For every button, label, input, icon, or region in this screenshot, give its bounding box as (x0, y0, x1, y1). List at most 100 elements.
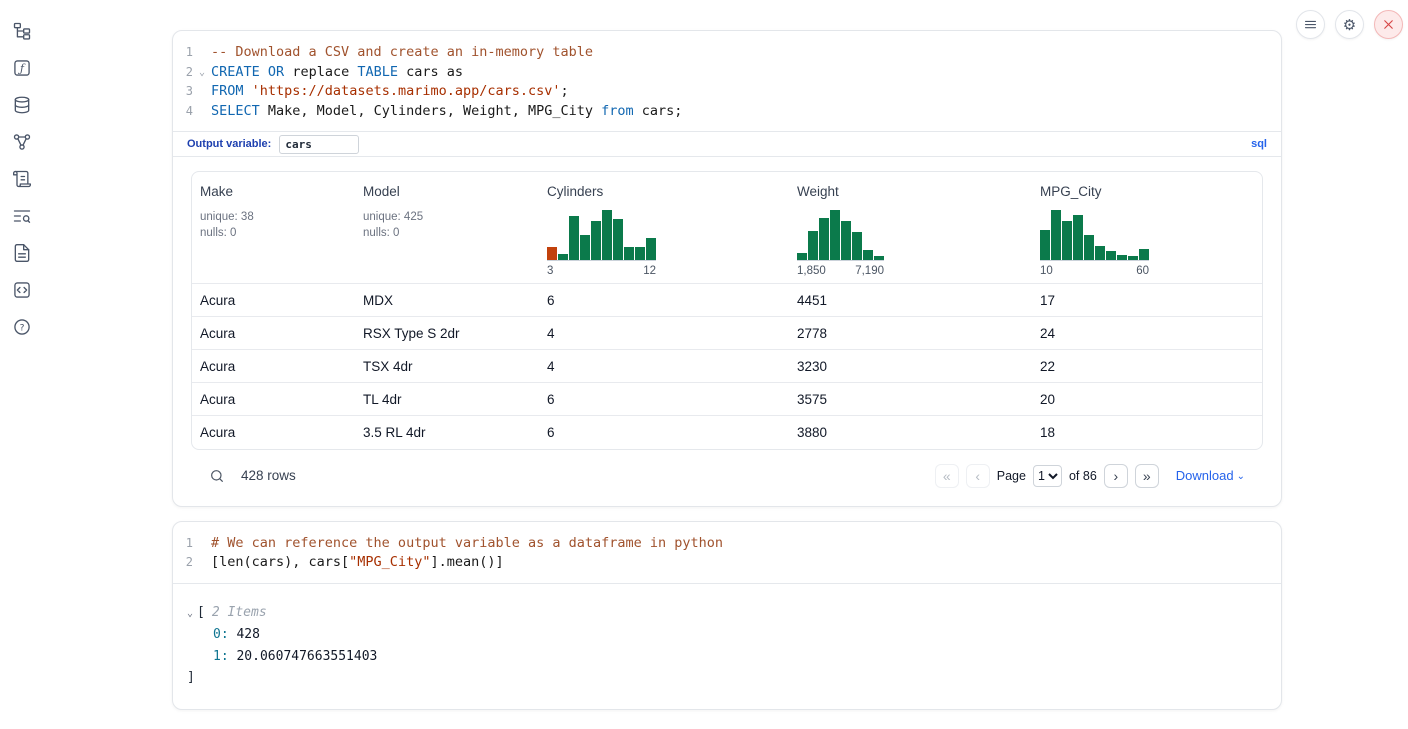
file-tree-icon[interactable] (11, 20, 33, 42)
function-icon[interactable]: ƒ (11, 57, 33, 79)
table-cell: 20 (1032, 383, 1262, 416)
python-output: ⌄ [ 2 Items 0: 4281: 20.060747663551403 … (173, 583, 1281, 709)
table-cell: 2778 (789, 317, 1032, 350)
line-number: 1 (175, 534, 193, 554)
download-button[interactable]: Download⌄ (1176, 468, 1245, 483)
column-name: Cylinders (547, 184, 781, 199)
column-histogram: 1,8507,190 (797, 209, 884, 277)
scroll-icon[interactable] (11, 168, 33, 190)
column-histogram: 312 (547, 209, 656, 277)
collapse-chevron-icon[interactable]: ⌄ (187, 603, 193, 625)
histogram-axis: 312 (547, 265, 656, 277)
cell-sql: 1-- Download a CSV and create an in-memo… (172, 30, 1282, 507)
line-number: 2 (175, 63, 193, 83)
prev-page-button[interactable]: ‹ (966, 464, 990, 488)
column-header-model[interactable]: Modelunique: 425nulls: 0 (355, 172, 539, 284)
histogram-bar (591, 221, 601, 260)
table-cell: 17 (1032, 284, 1262, 317)
database-icon[interactable] (11, 94, 33, 116)
svg-text:ƒ: ƒ (18, 62, 26, 75)
top-actions: ⚙ (1296, 10, 1403, 39)
page-total-label: of 86 (1069, 469, 1097, 483)
code-line: 1-- Download a CSV and create an in-memo… (175, 43, 1267, 63)
tree-key: 1: (213, 646, 229, 668)
code-line: 2[len(cars), cars["MPG_City"].mean()] (175, 553, 1267, 573)
histogram-bar (1106, 251, 1116, 260)
histogram-bar (1117, 255, 1127, 260)
tree-close: ] (187, 667, 1267, 689)
histogram-bar (646, 238, 656, 260)
tree-value: 20.060747663551403 (229, 646, 378, 668)
column-header-mpg_city[interactable]: MPG_City1060 (1032, 172, 1262, 284)
output-variable-bar: Output variable: sql (173, 131, 1281, 157)
helper-panel-sidebar: ƒ ? (0, 0, 44, 358)
table-cell: Acura (192, 416, 355, 449)
table-cell: RSX Type S 2dr (355, 317, 539, 350)
table-row: AcuraMDX6445117 (192, 284, 1262, 317)
page-select[interactable]: 1 (1033, 465, 1062, 487)
histogram-bar (1051, 210, 1061, 260)
line-number: 4 (175, 102, 193, 122)
table-cell: TL 4dr (355, 383, 539, 416)
table-cell: 6 (539, 383, 789, 416)
histogram-bar (602, 210, 612, 260)
snippets-icon[interactable] (11, 279, 33, 301)
histogram-bar (797, 253, 807, 260)
histogram-axis: 1060 (1040, 265, 1149, 277)
histogram-bar (1062, 221, 1072, 260)
search-icon[interactable] (209, 468, 225, 484)
histogram-bar (624, 247, 634, 260)
tree-key: 0: (213, 624, 229, 646)
line-number: 1 (175, 43, 193, 63)
table-row: AcuraTSX 4dr4323022 (192, 350, 1262, 383)
code-line: 4SELECT Make, Model, Cylinders, Weight, … (175, 102, 1267, 122)
column-name: Model (363, 184, 531, 199)
table-cell: Acura (192, 284, 355, 317)
first-page-button[interactable]: « (935, 464, 959, 488)
tree-root: ⌄ [ 2 Items (187, 602, 1267, 625)
code-line: 1# We can reference the output variable … (175, 534, 1267, 554)
histogram-bar (558, 254, 568, 260)
settings-button[interactable]: ⚙ (1335, 10, 1364, 39)
next-page-button[interactable]: › (1104, 464, 1128, 488)
python-code-editor[interactable]: 1# We can reference the output variable … (173, 522, 1281, 583)
table-cell: 3.5 RL 4dr (355, 416, 539, 449)
histogram-bar (1073, 215, 1083, 260)
cell-python: 1# We can reference the output variable … (172, 521, 1282, 710)
histogram-bar (1084, 235, 1094, 260)
output-variable-input[interactable] (279, 135, 359, 154)
items-count-label: 2 Items (212, 602, 267, 624)
column-header-cylinders[interactable]: Cylinders 312 (539, 172, 789, 284)
bracket-open: [ (197, 602, 205, 624)
gear-icon: ⚙ (1343, 16, 1356, 34)
table-cell: 24 (1032, 317, 1262, 350)
column-header-weight[interactable]: Weight1,8507,190 (789, 172, 1032, 284)
document-icon[interactable] (11, 242, 33, 264)
histogram-bar (1095, 246, 1105, 260)
histogram-bar (830, 210, 840, 260)
chevron-right-icon: › (1113, 469, 1118, 483)
notebook-menu-button[interactable] (1296, 10, 1325, 39)
column-header-make[interactable]: Makeunique: 38nulls: 0 (192, 172, 355, 284)
help-icon[interactable]: ? (11, 316, 33, 338)
table-output: Makeunique: 38nulls: 0Modelunique: 425nu… (173, 157, 1281, 506)
histogram-bar (547, 247, 557, 260)
dependency-graph-icon[interactable] (11, 131, 33, 153)
table-cell: 3230 (789, 350, 1032, 383)
table-cell: 18 (1032, 416, 1262, 449)
data-table: Makeunique: 38nulls: 0Modelunique: 425nu… (192, 172, 1262, 449)
chevrons-left-icon: « (943, 469, 951, 483)
sql-code-editor[interactable]: 1-- Download a CSV and create an in-memo… (173, 31, 1281, 131)
column-histogram: 1060 (1040, 209, 1149, 277)
histogram-bar (580, 235, 590, 260)
last-page-button[interactable]: » (1135, 464, 1159, 488)
table-footer: 428 rows « ‹ Page 1 of 86 › » Download⌄ (191, 450, 1263, 506)
svg-text:?: ? (20, 322, 25, 333)
histogram-bar (1128, 256, 1138, 260)
shutdown-button[interactable] (1374, 10, 1403, 39)
text-search-icon[interactable] (11, 205, 33, 227)
chevron-down-icon: ⌄ (1237, 471, 1245, 482)
table-cell: Acura (192, 317, 355, 350)
close-icon (1381, 17, 1396, 32)
fold-chevron-icon[interactable]: ⌄ (193, 63, 211, 83)
